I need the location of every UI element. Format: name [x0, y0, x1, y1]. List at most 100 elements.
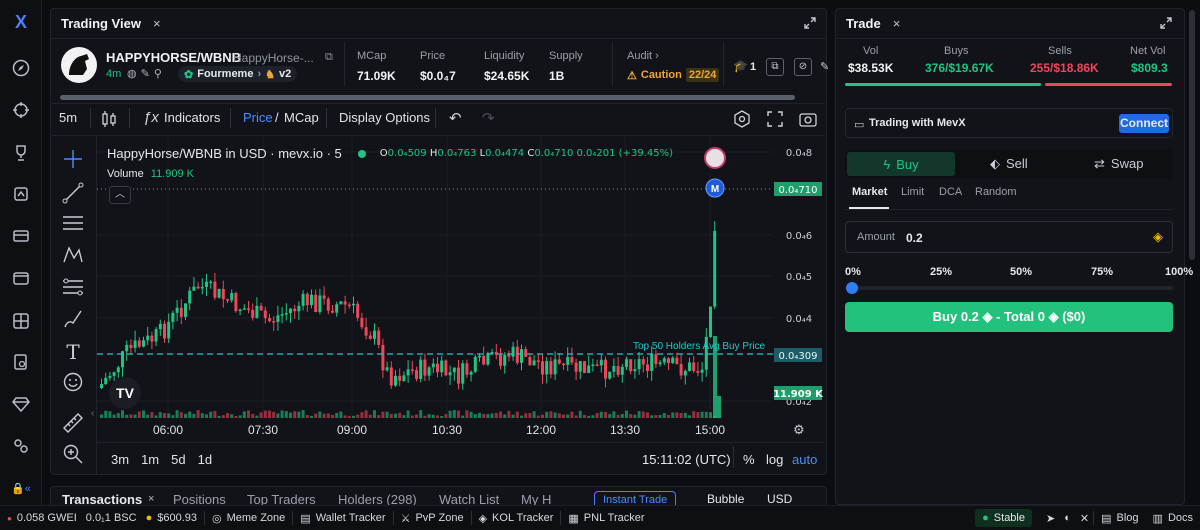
range-1m-button[interactable]: 1m [141, 452, 159, 467]
instant-trade-button[interactable]: Instant Trade [594, 491, 677, 505]
percent-label[interactable]: 100% [1165, 266, 1193, 278]
wallet-tracker-link[interactable]: ▤ Wallet Tracker [293, 506, 392, 530]
swap-mode-tab[interactable]: ⇄ Swap [1094, 156, 1143, 172]
zoom-tool-icon[interactable] [62, 443, 84, 465]
panel-handle-icon[interactable]: ‹ [91, 408, 94, 419]
kol-tracker-link[interactable]: ◈ KOL Tracker [472, 506, 561, 530]
close-icon[interactable]: × [153, 16, 161, 31]
pin-icon[interactable]: ✎ [820, 60, 829, 73]
percent-label[interactable]: 50% [1010, 266, 1032, 278]
order-type-limit[interactable]: Limit [901, 186, 924, 198]
indicators-button[interactable]: Indicators [164, 110, 220, 125]
pattern-tool-icon[interactable] [62, 244, 84, 266]
grid-icon[interactable] [11, 311, 31, 331]
fullscreen-icon[interactable] [767, 111, 783, 130]
price-chart[interactable]: Top 50 Holders Avg Buy Price M 0.0₄8 0.0₄… [97, 136, 825, 442]
axis-settings-icon[interactable]: ⚙ [793, 422, 805, 438]
range-3m-button[interactable]: 3m [111, 452, 129, 467]
order-type-market[interactable]: Market [852, 186, 887, 198]
close-icon[interactable]: × [148, 493, 160, 505]
tab-my-holdings[interactable]: My H [521, 492, 551, 505]
close-icon[interactable]: × [893, 16, 901, 31]
utc-clock[interactable]: 15:11:02 (UTC) [642, 452, 731, 467]
document-search-icon[interactable] [11, 352, 31, 372]
mevx-logo-icon[interactable]: X [11, 12, 31, 32]
mcap-toggle[interactable]: MCap [284, 110, 319, 125]
stable-status[interactable]: ● Stable [975, 509, 1032, 527]
audit-label[interactable]: Audit › [627, 50, 659, 62]
x-icon[interactable]: ✕ [1080, 512, 1089, 525]
meme-zone-link[interactable]: ◎ Meme Zone [205, 506, 292, 530]
hide-icon[interactable]: ⊘ [794, 58, 812, 76]
tab-top-traders[interactable]: Top Traders [247, 492, 316, 505]
wallet-icon[interactable] [11, 268, 31, 288]
crosshair-tool-icon[interactable] [62, 148, 84, 170]
order-type-dca[interactable]: DCA [939, 186, 962, 198]
interval-button[interactable]: 5m [59, 110, 77, 125]
percent-label[interactable]: 0% [845, 266, 861, 278]
collapse-legend-button[interactable]: ︿ [109, 186, 131, 204]
currency-toggle[interactable]: USD [767, 492, 792, 505]
sell-mode-tab[interactable]: ⬖ Sell [990, 156, 1028, 172]
percent-label[interactable]: 25% [930, 266, 952, 278]
tab-holders[interactable]: Holders (298) [338, 492, 417, 505]
undo-icon[interactable]: ↶ [449, 109, 462, 127]
header-scrollbar[interactable] [52, 95, 825, 101]
compass-icon[interactable] [11, 58, 31, 78]
docs-link[interactable]: ▥ Docs [1146, 506, 1200, 530]
ruler-tool-icon[interactable] [62, 412, 84, 434]
blog-link[interactable]: ▤ Blog [1094, 506, 1145, 530]
settings-icon[interactable] [733, 110, 751, 131]
range-5d-button[interactable]: 5d [171, 452, 185, 467]
auto-toggle[interactable]: auto [792, 452, 817, 467]
copy-icon[interactable]: ⧉ [325, 51, 333, 64]
amount-slider-track[interactable] [847, 286, 1173, 290]
tag-icon[interactable] [11, 184, 31, 204]
tradingview-logo[interactable]: TV [109, 377, 141, 409]
trendline-tool-icon[interactable] [62, 182, 84, 204]
developer-avatar[interactable] [704, 147, 726, 169]
display-options-button[interactable]: Display Options [339, 110, 430, 125]
text-tool-icon[interactable]: T [62, 340, 84, 364]
fib-tool-icon[interactable] [62, 276, 84, 298]
trading-view-tab[interactable]: Trading View × [51, 9, 826, 39]
card-icon[interactable] [11, 226, 31, 246]
order-type-random[interactable]: Random [975, 186, 1017, 198]
crosshair-icon[interactable] [11, 100, 31, 120]
range-1d-button[interactable]: 1d [198, 452, 212, 467]
scroll-thumb[interactable] [60, 95, 795, 100]
expand-icon[interactable] [1160, 17, 1172, 32]
buy-mode-tab[interactable]: ϟ Buy [847, 152, 955, 176]
horizontal-lines-tool-icon[interactable] [62, 212, 84, 234]
pnl-tracker-link[interactable]: ▦ PNL Tracker [561, 506, 651, 530]
trade-tab[interactable]: Trade × [836, 9, 1184, 39]
launchpad-badge[interactable]: ✿ Fourmeme › ♞ v2 [178, 66, 298, 82]
audit-status[interactable]: ⚠ Caution 22/24 [627, 68, 720, 82]
amount-value[interactable]: 0.2 [906, 231, 923, 245]
tab-watch-list[interactable]: Watch List [439, 492, 499, 505]
graduation-icon[interactable]: 🎓 1 [733, 59, 756, 73]
page-scrollbar[interactable] [1189, 10, 1195, 260]
connect-button[interactable]: Connect [1119, 114, 1169, 133]
lock-collapse-icon[interactable]: 🔒« [9, 478, 33, 498]
price-toggle[interactable]: Price [243, 110, 273, 125]
tab-positions[interactable]: Positions [173, 492, 226, 505]
community-icon[interactable] [11, 436, 31, 456]
function-icon[interactable]: ƒx [143, 109, 159, 126]
pvp-zone-link[interactable]: ⚔ PvP Zone [394, 506, 471, 530]
log-toggle[interactable]: log [766, 452, 783, 467]
amount-slider-knob[interactable] [846, 282, 858, 294]
trophy-icon[interactable] [11, 143, 31, 163]
share-icon[interactable]: ⧉ [766, 58, 784, 76]
brush-tool-icon[interactable] [62, 308, 84, 330]
redo-icon[interactable]: ↷ [482, 109, 495, 127]
percent-label[interactable]: 75% [1091, 266, 1113, 278]
candles-icon[interactable] [101, 110, 117, 131]
emoji-tool-icon[interactable] [62, 371, 84, 393]
percent-toggle[interactable]: % [743, 452, 755, 467]
bubble-toggle[interactable]: Bubble [707, 492, 744, 505]
expand-icon[interactable] [804, 17, 816, 32]
discord-icon[interactable]: ◐ [1064, 512, 1071, 524]
camera-icon[interactable] [799, 111, 817, 130]
buy-submit-button[interactable]: Buy 0.2 ◈ - Total 0 ◈ ($0) [845, 302, 1173, 332]
